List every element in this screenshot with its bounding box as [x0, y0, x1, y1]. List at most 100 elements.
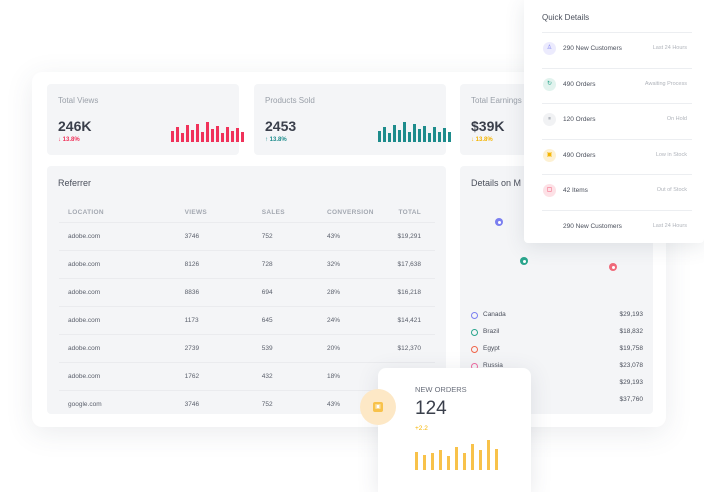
quick-details-status: Last 24 Hours: [652, 222, 687, 229]
country-name: Canada: [483, 311, 506, 318]
quick-details-status: Out of Stock: [656, 187, 687, 193]
bar: [423, 126, 426, 142]
map-pin-egypt[interactable]: [609, 263, 617, 271]
bar: [471, 444, 474, 470]
quick-details-item[interactable]: ⏸ 120 Orders On Hold: [524, 103, 704, 138]
cell-conversion: 28%: [318, 278, 389, 307]
cell-conversion: 24%: [318, 306, 389, 335]
user-icon: ♙: [543, 42, 556, 55]
country-value: $19,758: [619, 345, 644, 352]
stat-value: 246K: [58, 118, 92, 134]
table-row[interactable]: adobe.com 2739 539 20% $12,370: [59, 334, 435, 363]
cell-views: 8836: [175, 278, 253, 307]
quick-details-status: Low in Stock: [655, 151, 687, 158]
referrer-title: Referrer: [58, 178, 92, 188]
column-header-total[interactable]: TOTAL: [389, 202, 436, 223]
bar: [418, 129, 421, 142]
quick-details-item[interactable]: ▣ 490 Orders Low in Stock: [524, 139, 704, 174]
bar: [433, 127, 436, 142]
bar: [221, 133, 224, 142]
bar: [171, 131, 174, 142]
bar: [196, 124, 199, 142]
country-value: $18,832: [619, 328, 644, 335]
cell-conversion: 32%: [318, 250, 389, 279]
bar: [393, 125, 396, 142]
bar: [415, 452, 418, 470]
table-row[interactable]: adobe.com 8836 694 28% $16,218: [59, 278, 435, 307]
stat-label: Products Sold: [265, 96, 315, 105]
arrow-down-icon: ↓: [471, 137, 474, 143]
new-orders-card[interactable]: NEW ORDERS 124 +2.2: [378, 368, 531, 492]
cell-sales: 694: [252, 278, 319, 307]
table-row[interactable]: adobe.com 1173 645 24% $14,421: [59, 306, 435, 335]
quick-details-text: 490 Orders: [563, 151, 596, 159]
cell-conversion: 20%: [318, 334, 389, 363]
bar: [211, 129, 214, 142]
bar: [431, 453, 434, 470]
new-orders-value: 124: [415, 398, 447, 419]
cell-views: 1173: [175, 306, 253, 335]
map-title: Details on M: [471, 178, 522, 188]
country-name: Egypt: [483, 345, 500, 352]
quick-details-text: 290 New Customers: [563, 222, 622, 230]
cell-views: 8126: [175, 250, 253, 279]
bar: [383, 127, 386, 142]
cell-sales: 752: [252, 222, 319, 251]
legend-dot-icon: [471, 312, 478, 319]
table-row[interactable]: adobe.com 8126 728 32% $17,638: [59, 250, 435, 279]
stat-card-total-views[interactable]: Total Views 246K ↓ 13.8%: [47, 84, 244, 155]
quick-details-item[interactable]: ♙ 290 New Customers Last 24 Hours: [524, 32, 704, 67]
cell-sales: 539: [252, 334, 319, 363]
cell-total: $14,421: [388, 306, 435, 335]
stat-delta-value: 13.8%: [62, 137, 80, 143]
map-pin-canada[interactable]: [495, 218, 503, 226]
country-row[interactable]: Egypt $19,758: [471, 345, 643, 357]
quick-details-status: Last 24 Hours: [652, 45, 687, 51]
quick-details-title: Quick Details: [542, 13, 590, 22]
quick-details-status: On Hold: [666, 116, 687, 122]
bar: [438, 132, 441, 142]
stat-card-products-sold[interactable]: Products Sold 2453 ↑ 13.8%: [254, 84, 451, 155]
quick-details-status: Awaiting Process: [644, 80, 687, 87]
quick-details-panel: Quick Details ♙ 290 New Customers Last 24 …: [524, 0, 704, 243]
stat-delta: ↓ 13.8%: [471, 137, 493, 143]
column-header-conversion[interactable]: CONVERSION: [318, 202, 388, 223]
bar: [455, 447, 458, 470]
arrow-up-icon: ↑: [265, 137, 268, 143]
country-value: $29,193: [619, 311, 644, 318]
cell-location: adobe.com: [59, 222, 176, 251]
quick-details-text: 42 Items: [563, 187, 588, 194]
cell-conversion: 43%: [318, 222, 389, 251]
bar: [479, 450, 482, 470]
quick-details-item[interactable]: ▢ 42 Items Out of Stock: [524, 174, 704, 209]
sparkline-products: [378, 120, 451, 142]
country-row[interactable]: Canada $29,193: [471, 311, 643, 323]
table-row[interactable]: adobe.com 3746 752 43% $19,291: [59, 222, 435, 251]
arrow-down-icon: ↓: [58, 137, 61, 143]
cell-views: 3746: [175, 222, 253, 251]
stat-card-total-earnings[interactable]: Total Earnings $39K ↓ 13.8%: [460, 84, 524, 155]
column-header-sales[interactable]: SALES: [253, 202, 318, 223]
bar: [447, 456, 450, 470]
cell-total: $19,291: [388, 222, 435, 251]
bar: [191, 130, 194, 142]
cell-total: $17,638: [388, 250, 435, 279]
map-pin-brazil[interactable]: [520, 257, 528, 265]
quick-details-item[interactable]: 290 New Customers Last 24 Hours: [524, 210, 704, 245]
box-icon: ▣: [543, 148, 556, 162]
cell-location: adobe.com: [59, 250, 176, 279]
stat-delta-value: 13.8%: [475, 137, 493, 143]
stat-delta: ↑ 13.8%: [265, 137, 287, 143]
quick-details-item[interactable]: ↻ 490 Orders Awaiting Process: [524, 68, 704, 103]
bar: [428, 133, 431, 142]
sparkline-views: [171, 120, 244, 142]
refresh-icon: ↻: [543, 77, 556, 91]
bar: [495, 449, 498, 470]
bar: [216, 126, 219, 142]
country-row[interactable]: Brazil $18,832: [471, 328, 643, 340]
bar: [448, 132, 451, 142]
bar: [206, 122, 209, 142]
column-header-views[interactable]: VIEWS: [176, 202, 253, 223]
column-header-location[interactable]: LOCATION: [59, 202, 176, 223]
cell-total: $16,218: [388, 278, 435, 307]
